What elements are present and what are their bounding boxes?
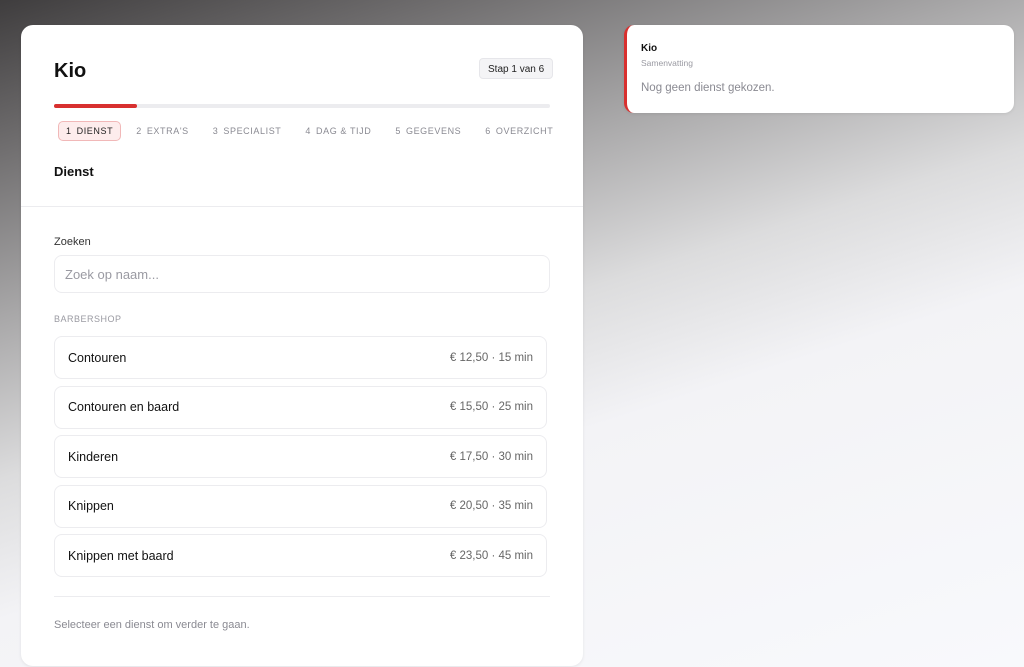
step-overzicht[interactable]: 6 Overzicht xyxy=(485,121,553,141)
service-name: Contouren xyxy=(68,350,127,365)
service-price-duration: € 17,50 · 30 min xyxy=(449,450,533,463)
service-name: Knippen met baard xyxy=(68,548,174,563)
step-dag-tijd[interactable]: 4 Dag & tijd xyxy=(305,121,371,141)
service-item-contouren[interactable]: Contouren € 12,50 · 15 min xyxy=(54,336,547,379)
service-name: Kinderen xyxy=(68,449,119,464)
section-title: Dienst xyxy=(54,164,94,179)
service-list: Contouren € 12,50 · 15 min Contouren en … xyxy=(54,336,547,584)
step-label: Extra's xyxy=(146,126,189,136)
step-number: 5 xyxy=(395,126,401,136)
step-number: 1 xyxy=(66,126,72,136)
footer-hint: Selecteer een dienst om verder te gaan. xyxy=(54,619,250,631)
summary-subtitle: Samenvatting xyxy=(641,58,693,68)
step-label: Dienst xyxy=(76,126,114,136)
progress-bar xyxy=(54,104,550,108)
step-label: Specialist xyxy=(223,126,282,136)
summary-brand: Kio xyxy=(641,43,658,54)
service-item-knippen[interactable]: Knippen € 20,50 · 35 min xyxy=(54,484,547,528)
step-label: Overzicht xyxy=(495,126,554,136)
service-name: Knippen xyxy=(68,499,114,513)
service-price-duration: € 20,50 · 35 min xyxy=(449,500,533,512)
search-input[interactable] xyxy=(54,255,550,293)
step-specialist[interactable]: 3 Specialist xyxy=(213,121,282,141)
step-number: 3 xyxy=(212,126,219,136)
step-number: 4 xyxy=(305,126,312,136)
step-counter-badge: Stap 1 van 6 xyxy=(479,58,554,79)
service-item-knippen-met-baard[interactable]: Knippen met baard € 23,50 · 45 min xyxy=(54,534,547,577)
service-price-duration: € 23,50 · 45 min xyxy=(449,549,533,562)
step-label: Dag & tijd xyxy=(316,126,372,136)
step-extras[interactable]: 2 Extra's xyxy=(136,121,189,141)
footer-divider xyxy=(54,596,550,597)
service-name: Contouren en baard xyxy=(68,400,180,414)
service-price-duration: € 12,50 · 15 min xyxy=(449,351,533,364)
step-gegevens[interactable]: 5 Gegevens xyxy=(395,121,461,141)
service-item-kinderen[interactable]: Kinderen € 17,50 · 30 min xyxy=(54,435,547,478)
step-number: 6 xyxy=(485,126,491,136)
search-label: Zoeken xyxy=(54,236,91,248)
service-price-duration: € 15,50 · 25 min xyxy=(449,401,533,413)
step-number: 2 xyxy=(136,126,142,136)
summary-card: Kio Samenvatting Nog geen dienst gekozen… xyxy=(624,25,1014,113)
stepper-nav: 1 Dienst 2 Extra's 3 Specialist 4 Dag & … xyxy=(58,121,577,141)
booking-card: Kio Stap 1 van 6 1 Dienst 2 Extra's 3 Sp… xyxy=(21,25,583,666)
summary-empty-text: Nog geen dienst gekozen. xyxy=(641,82,775,94)
step-dienst[interactable]: 1 Dienst xyxy=(58,121,122,141)
brand-title: Kio xyxy=(54,60,87,82)
service-item-contouren-en-baard[interactable]: Contouren en baard € 15,50 · 25 min xyxy=(54,385,547,429)
step-label: Gegevens xyxy=(405,126,462,136)
booking-header: Kio Stap 1 van 6 1 Dienst 2 Extra's 3 Sp… xyxy=(21,25,583,207)
service-group-label: Barbershop xyxy=(54,314,122,324)
progress-bar-fill xyxy=(54,104,137,108)
